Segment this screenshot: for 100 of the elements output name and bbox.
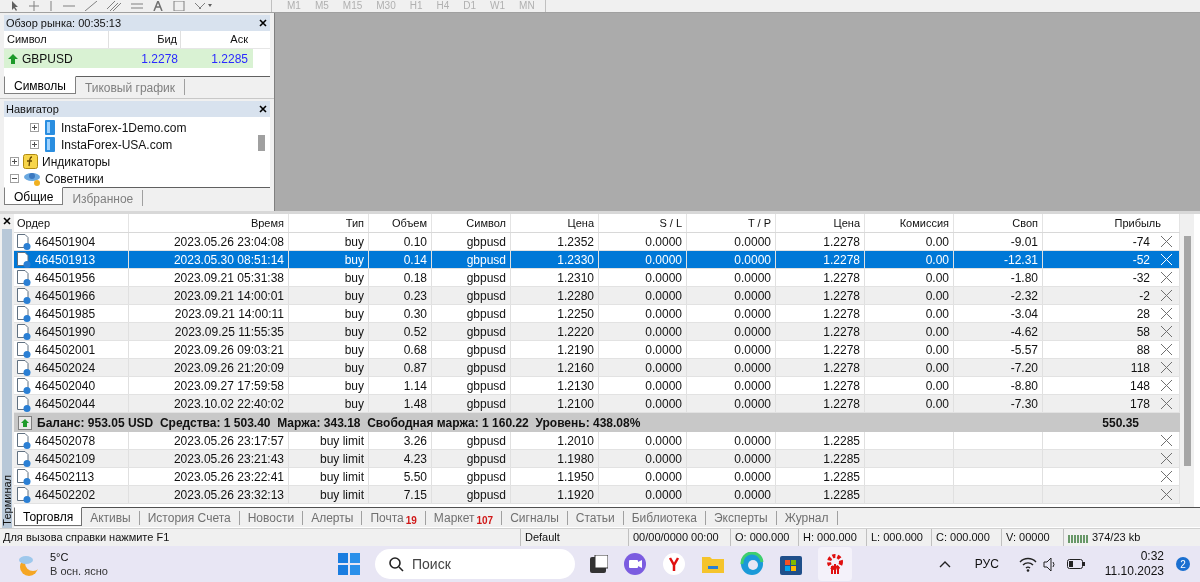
search-field[interactable]: Поиск (375, 549, 575, 579)
order-row[interactable]: 464501990 2023.09.25 11:55:35 buy 0.52 gbpusd 1.2220 0.0000 0.0000 1.2278 0.00 -4.62 58 (14, 323, 1180, 341)
column-header[interactable]: Символ (466, 214, 506, 232)
order-row[interactable]: 464501966 2023.09.21 14:00:01 buy 0.23 gbpusd 1.2280 0.0000 0.0000 1.2278 0.00 -2.32 -2 (14, 287, 1180, 305)
total-profit: 550.35 (1102, 414, 1139, 432)
column-header[interactable]: Своп (1012, 214, 1038, 232)
expand-icon[interactable] (30, 140, 39, 149)
notification-badge[interactable]: 2 (1176, 557, 1190, 571)
tab[interactable]: Активы (82, 511, 140, 525)
chevron-up-icon[interactable] (938, 559, 951, 569)
close-icon[interactable] (259, 105, 267, 113)
tab[interactable]: История Счета (139, 511, 240, 525)
table-cell-text: 0.0000 (645, 359, 682, 377)
order-icon (17, 486, 31, 503)
collapse-icon[interactable] (10, 174, 19, 183)
table-cell-text: 464501913 (35, 251, 96, 269)
order-row[interactable]: 464502202 2023.05.26 23:32:13 buy limit 7.15 gbpusd 1.1920 0.0000 0.0000 1.2285 (14, 486, 1180, 504)
table-cell-text: 0.23 (403, 287, 427, 305)
table-cell-text: -4.62 (1010, 323, 1038, 341)
expand-icon[interactable] (10, 157, 19, 166)
tab[interactable]: Журнал (776, 511, 838, 525)
order-icon (17, 233, 31, 250)
tab[interactable]: Статьи (567, 511, 624, 525)
column-header[interactable]: Цена (567, 214, 594, 232)
crosshair-icon[interactable] (29, 0, 39, 11)
table-cell-text: -3.04 (1010, 305, 1038, 323)
clock[interactable]: 0:32 11.10.2023 (1104, 549, 1164, 579)
cursor-icon[interactable] (10, 0, 19, 11)
edge-browser-icon[interactable] (740, 552, 764, 576)
close-icon[interactable] (259, 19, 267, 27)
table-cell-text: 0.0000 (645, 432, 682, 450)
battery-icon[interactable] (1066, 559, 1085, 569)
column-header[interactable]: Время (250, 214, 284, 232)
table-cell-text: 0.0000 (645, 323, 682, 341)
up-arrow-icon (18, 415, 32, 430)
order-row[interactable]: 464501913 2023.05.30 08:51:14 buy 0.14 gbpusd 1.2330 0.0000 0.0000 1.2278 0.00 -12.31 -52 (14, 251, 1180, 269)
tree-item[interactable]: InstaForex-1Demo.com (61, 118, 187, 137)
tab[interactable]: Маркет 107 (425, 511, 503, 525)
order-row[interactable]: 464502109 2023.05.26 23:21:43 buy limit 4.23 gbpusd 1.1980 0.0000 0.0000 1.2285 (14, 450, 1180, 468)
order-row[interactable]: 464502024 2023.09.26 21:20:09 buy 0.87 gbpusd 1.2160 0.0000 0.0000 1.2278 0.00 -7.20 118 (14, 359, 1180, 377)
table-cell-text: buy (344, 377, 364, 395)
trendline-icon[interactable] (85, 0, 97, 11)
status-text: C: 000.000 (931, 529, 1001, 546)
tree-item[interactable]: InstaForex-USA.com (61, 135, 173, 154)
start-icon[interactable] (338, 553, 360, 575)
label-icon[interactable] (173, 0, 185, 11)
table-cell-text: buy limit (320, 450, 364, 468)
tree-item[interactable]: Советники (45, 169, 104, 188)
tab[interactable]: Сигналы (502, 511, 568, 525)
tab[interactable]: Эксперты (706, 511, 777, 525)
tab[interactable]: Тиковый график (75, 79, 186, 95)
table-cell-text: 0.00 (925, 287, 949, 305)
text-tool-icon[interactable] (153, 0, 163, 11)
tree-item[interactable]: Индикаторы (42, 152, 111, 171)
column-header[interactable]: Тип (345, 214, 364, 232)
table-cell-text: 0.87 (403, 359, 427, 377)
tab[interactable]: Избранное (63, 190, 144, 206)
browser-icon[interactable] (662, 552, 686, 576)
table-cell-text: 0.0000 (645, 269, 682, 287)
language-indicator[interactable]: РУС (974, 555, 999, 573)
scrollbar-thumb[interactable] (258, 135, 265, 151)
table-cell-text: 2023.05.26 23:22:41 (173, 468, 284, 486)
column-header[interactable]: Ордер (17, 214, 51, 232)
column-header[interactable]: Прибыль (1114, 214, 1161, 232)
column-header[interactable]: Цена (833, 214, 860, 232)
table-cell-text: 1.2278 (823, 359, 860, 377)
column-header[interactable]: T / P (747, 214, 771, 232)
order-icon (17, 468, 31, 485)
tab[interactable]: Общие (4, 187, 64, 205)
table-cell-text: -2.32 (1010, 287, 1038, 305)
tab[interactable]: Торговля (14, 507, 83, 526)
market-row[interactable]: GBPUSD 1.2278 1.2285 (4, 49, 253, 68)
tab[interactable]: Новости (239, 511, 304, 525)
table-cell-text: -7.20 (1010, 359, 1038, 377)
order-row[interactable]: 464502044 2023.10.02 22:40:02 buy 1.48 gbpusd 1.2100 0.0000 0.0000 1.2278 0.00 -7.30 178 (14, 395, 1180, 413)
video-call-icon[interactable] (623, 552, 647, 576)
column-header[interactable]: Бид (109, 31, 181, 48)
tab[interactable]: Почта 19 (362, 511, 426, 525)
expand-icon[interactable] (30, 123, 39, 132)
scrollbar-thumb[interactable] (1183, 236, 1191, 466)
task-view-icon[interactable] (590, 555, 608, 573)
wifi-icon[interactable] (1018, 556, 1037, 572)
shapes-dropdown-icon[interactable] (195, 0, 213, 11)
tab[interactable]: Библиотека (623, 511, 706, 525)
table-cell-text: 1.2280 (557, 287, 594, 305)
column-header[interactable]: S / L (659, 214, 682, 232)
tab[interactable]: Символы (4, 76, 76, 94)
column-header[interactable]: Символ (4, 31, 109, 48)
active-app-button[interactable] (818, 547, 852, 581)
column-header[interactable]: Объем (391, 214, 427, 232)
table-cell-text: 2023.09.26 09:03:21 (173, 341, 284, 359)
table-cell-text: gbpusd (466, 341, 506, 359)
column-header[interactable]: Аск (181, 31, 251, 48)
column-header[interactable]: Комиссия (899, 214, 949, 232)
table-cell-text: 148 (1129, 377, 1150, 395)
volume-icon[interactable] (1042, 556, 1057, 572)
close-icon[interactable] (3, 217, 11, 225)
tab[interactable]: Алерты (303, 511, 363, 525)
order-icon (17, 323, 31, 340)
table-cell-text: 88 (1136, 341, 1150, 359)
